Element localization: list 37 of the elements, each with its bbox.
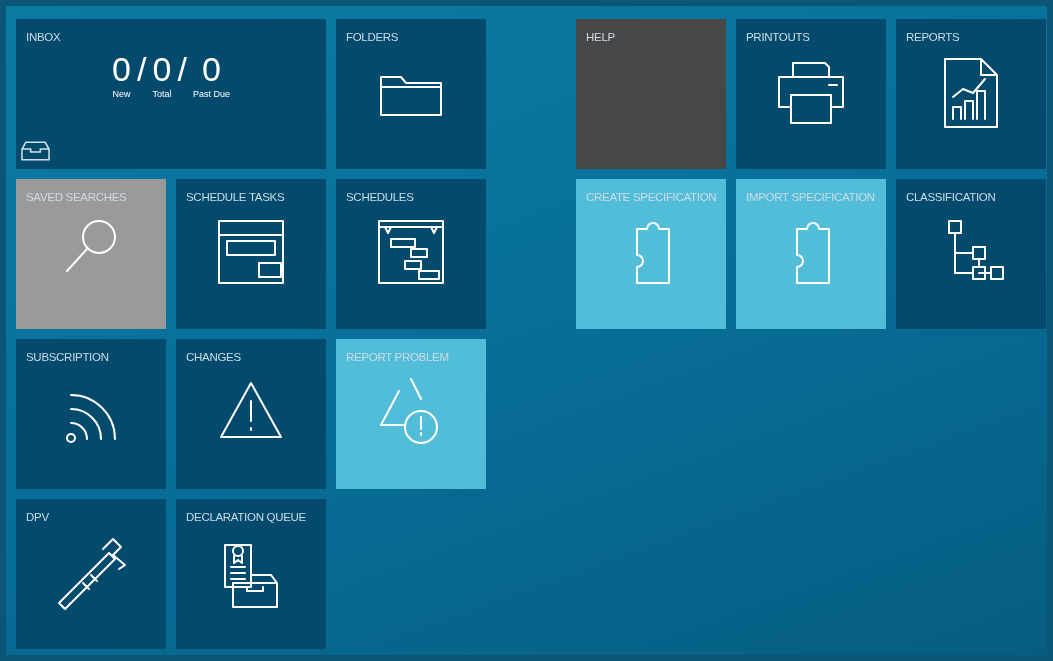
- tile-label: REPORT PROBLEM: [346, 351, 449, 363]
- count-value: 0: [201, 51, 221, 87]
- tile-label: FOLDERS: [346, 31, 399, 43]
- count-value: 0: [112, 51, 131, 87]
- tray-icon: [21, 141, 50, 161]
- app-tile[interactable]: HELP: [576, 19, 726, 169]
- app-tile[interactable]: CLASSIFICATION: [896, 179, 1046, 329]
- app-tile[interactable]: REPORTS: [896, 19, 1046, 169]
- tile-label: CLASSIFICATION: [906, 191, 996, 203]
- app-tile[interactable]: DECLARATION QUEUE: [176, 499, 326, 649]
- tile-label: SUBSCRIPTION: [26, 351, 109, 363]
- tile-label: SCHEDULE TASKS: [186, 191, 285, 203]
- count-separator: /: [177, 51, 187, 87]
- count-label: Total: [152, 89, 172, 99]
- app-tile[interactable]: DPV: [16, 499, 166, 649]
- tile-label: DPV: [26, 511, 49, 523]
- app-tile[interactable]: FOLDERS: [336, 19, 486, 169]
- tile-label: CHANGES: [186, 351, 241, 363]
- tile-label: SCHEDULES: [346, 191, 414, 203]
- tile-label: REPORTS: [906, 31, 960, 43]
- tile-label: INBOX: [26, 31, 61, 43]
- count-separator: /: [137, 51, 147, 87]
- tile-label: CREATE SPECIFICATION: [586, 191, 717, 203]
- count-label: Past Due: [192, 89, 230, 99]
- count-label: New: [112, 89, 131, 99]
- app-tile[interactable]: CHANGES: [176, 339, 326, 489]
- tile-label: PRINTOUTS: [746, 31, 810, 43]
- app-tile[interactable]: SCHEDULES: [336, 179, 486, 329]
- tile-label: HELP: [586, 31, 615, 43]
- tile-label: SAVED SEARCHES: [26, 191, 127, 203]
- app-tile[interactable]: SCHEDULE TASKS: [176, 179, 326, 329]
- app-tile[interactable]: PRINTOUTS: [736, 19, 886, 169]
- count-value: 0: [152, 51, 172, 87]
- app-tile[interactable]: SUBSCRIPTION: [16, 339, 166, 489]
- tile-label: IMPORT SPECIFICATION: [746, 191, 875, 203]
- tile-label: DECLARATION QUEUE: [186, 511, 306, 523]
- inbox-tile[interactable]: INBOX 0 New / 0 Total / 0 Past Due: [16, 19, 326, 169]
